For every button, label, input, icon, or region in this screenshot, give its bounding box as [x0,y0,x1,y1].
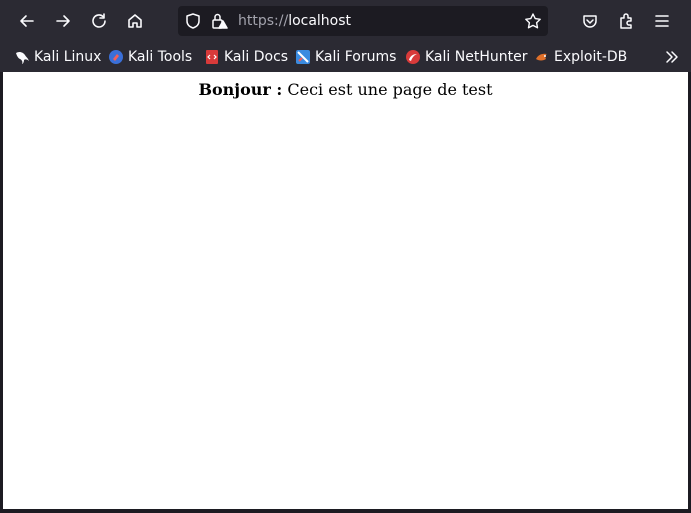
browser-toolbar: https://localhost [0,0,691,42]
bookmark-label: Kali Forums [315,49,397,65]
reload-icon [92,13,106,28]
bookmark-kali-docs[interactable]: Kali Docs [204,46,288,68]
forward-arrow-icon [56,15,70,27]
kali-dragon-icon [16,51,29,64]
bookmark-exploit-db[interactable]: Exploit-DB [534,46,627,68]
star-icon[interactable] [524,12,542,30]
url-host: localhost [288,13,352,29]
url-text[interactable]: https://localhost [238,12,351,30]
bookmark-kali-forums[interactable]: Kali Forums [295,46,396,68]
pocket-button[interactable] [575,6,605,36]
exploit-db-icon [536,53,547,61]
menu-icon [655,15,669,27]
back-button[interactable] [12,6,42,36]
menu-button[interactable] [647,6,677,36]
kali-forums-icon [296,50,310,64]
home-button[interactable] [120,6,150,36]
bookmark-kali-linux[interactable]: Kali Linux [14,46,101,68]
reload-button[interactable] [84,6,114,36]
bookmark-label: Kali Tools [128,49,193,65]
bookmark-kali-nethunter[interactable]: Kali NetHunter [405,46,527,68]
bookmark-kali-tools[interactable]: Kali Tools [108,46,192,68]
extensions-icon [620,13,632,29]
kali-tools-icon [109,50,123,64]
bookmark-label: Kali NetHunter [425,49,528,65]
page-paragraph: Bonjour : Ceci est une page de test [3,72,688,99]
bookmark-label: Exploit-DB [554,49,628,65]
kali-nethunter-icon [406,50,420,64]
bookmark-label: Kali Docs [224,49,289,65]
greeting-label: Bonjour : [198,80,283,99]
forward-button[interactable] [48,6,78,36]
test-text: Ceci est une page de test [282,80,493,99]
url-scheme: https:// [238,13,289,29]
page-content: Bonjour : Ceci est une page de test [3,72,688,509]
kali-docs-icon [206,50,218,64]
bookmarks-toolbar: Kali Linux Kali Tools Kali Docs Kali For… [0,42,691,72]
home-icon [128,14,142,28]
extensions-button[interactable] [611,6,641,36]
insecure-lock-icon[interactable] [210,12,228,30]
url-bar[interactable]: https://localhost [178,6,548,36]
shield-icon[interactable] [184,12,202,30]
pocket-icon [583,15,597,28]
chevron-double-right-icon[interactable] [663,48,681,66]
bookmark-label: Kali Linux [34,49,102,65]
back-arrow-icon [20,15,34,27]
